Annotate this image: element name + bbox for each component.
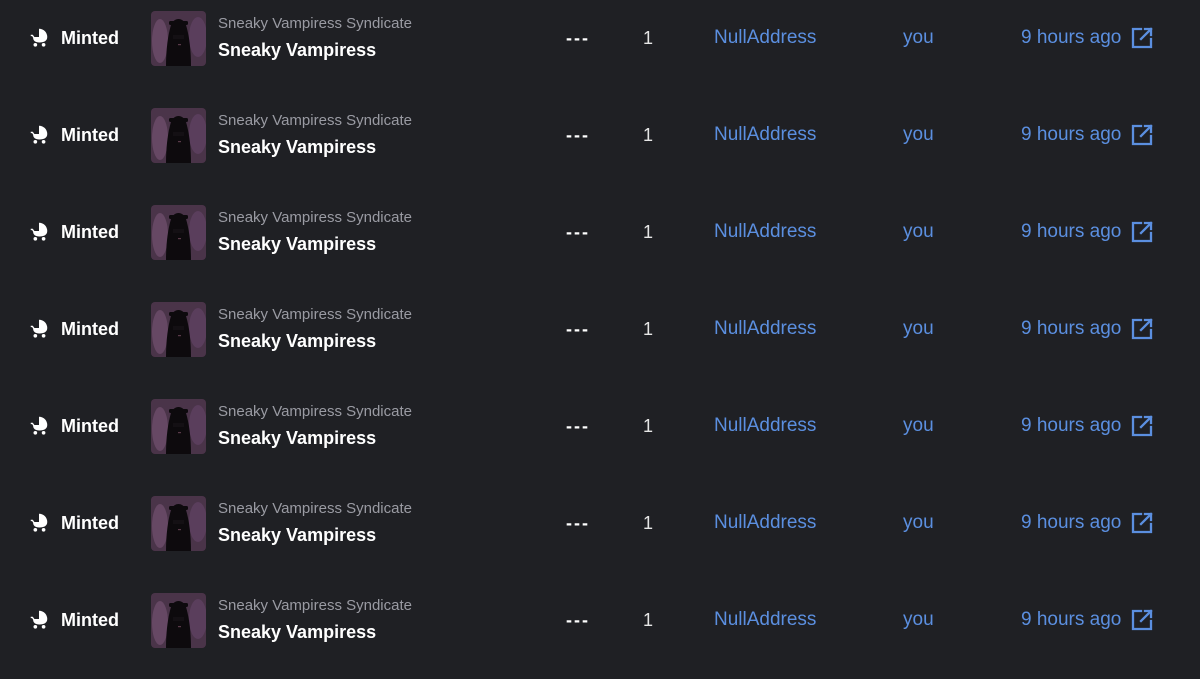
event-type-label: Minted — [61, 28, 119, 48]
time-text: 9 hours ago — [1021, 221, 1122, 242]
price-value: --- — [566, 319, 590, 339]
time-text: 9 hours ago — [1021, 318, 1122, 339]
item-name[interactable]: Sneaky Vampiress — [218, 427, 376, 449]
activity-row: Minted Sneaky Vampiress Syndicate Sneaky… — [0, 194, 1200, 291]
to-address-link[interactable]: you — [903, 609, 934, 631]
baby-carriage-icon — [28, 123, 50, 145]
activity-row: Minted Sneaky Vampiress Syndicate Sneaky… — [0, 582, 1200, 679]
collection-name[interactable]: Sneaky Vampiress Syndicate — [218, 597, 412, 615]
item-name[interactable]: Sneaky Vampiress — [218, 136, 376, 158]
external-link-icon[interactable] — [1130, 608, 1154, 632]
from-address-link[interactable]: NullAddress — [714, 415, 816, 437]
quantity-value: 1 — [643, 125, 654, 145]
to-address-link[interactable]: you — [903, 124, 934, 146]
to-address-link[interactable]: you — [903, 318, 934, 340]
baby-carriage-icon — [28, 608, 50, 630]
event-type-label: Minted — [61, 319, 119, 339]
quantity-value: 1 — [643, 28, 654, 48]
external-link-icon[interactable] — [1130, 317, 1154, 341]
nft-thumbnail[interactable] — [151, 593, 206, 648]
nft-thumbnail[interactable] — [151, 11, 206, 66]
item-name[interactable]: Sneaky Vampiress — [218, 524, 376, 546]
from-address-link[interactable]: NullAddress — [714, 27, 816, 49]
quantity-value: 1 — [643, 610, 654, 630]
from-address-link[interactable]: NullAddress — [714, 124, 816, 146]
nft-thumbnail[interactable] — [151, 399, 206, 454]
collection-name[interactable]: Sneaky Vampiress Syndicate — [218, 403, 412, 421]
activity-row: Minted Sneaky Vampiress Syndicate Sneaky… — [0, 97, 1200, 194]
activity-list: Minted Sneaky Vampiress Syndicate Sneaky… — [0, 0, 1200, 667]
event-type-label: Minted — [61, 416, 119, 436]
quantity-value: 1 — [643, 222, 654, 242]
from-address-link[interactable]: NullAddress — [714, 609, 816, 631]
to-address-link[interactable]: you — [903, 512, 934, 534]
price-value: --- — [566, 610, 590, 630]
external-link-icon[interactable] — [1130, 123, 1154, 147]
collection-name[interactable]: Sneaky Vampiress Syndicate — [218, 209, 412, 227]
quantity-value: 1 — [643, 416, 654, 436]
from-address-link[interactable]: NullAddress — [714, 512, 816, 534]
transaction-time-link[interactable]: 9 hours ago — [1021, 315, 1154, 343]
quantity-value: 1 — [643, 319, 654, 339]
nft-thumbnail[interactable] — [151, 496, 206, 551]
baby-carriage-icon — [28, 511, 50, 533]
price-value: --- — [566, 416, 590, 436]
to-address-link[interactable]: you — [903, 27, 934, 49]
external-link-icon[interactable] — [1130, 220, 1154, 244]
collection-name[interactable]: Sneaky Vampiress Syndicate — [218, 112, 412, 130]
to-address-link[interactable]: you — [903, 221, 934, 243]
nft-thumbnail[interactable] — [151, 108, 206, 163]
item-name[interactable]: Sneaky Vampiress — [218, 330, 376, 352]
price-value: --- — [566, 28, 590, 48]
transaction-time-link[interactable]: 9 hours ago — [1021, 509, 1154, 537]
external-link-icon[interactable] — [1130, 511, 1154, 535]
external-link-icon[interactable] — [1130, 414, 1154, 438]
to-address-link[interactable]: you — [903, 415, 934, 437]
transaction-time-link[interactable]: 9 hours ago — [1021, 606, 1154, 634]
from-address-link[interactable]: NullAddress — [714, 318, 816, 340]
baby-carriage-icon — [28, 317, 50, 339]
event-type-label: Minted — [61, 125, 119, 145]
nft-thumbnail[interactable] — [151, 205, 206, 260]
nft-thumbnail[interactable] — [151, 302, 206, 357]
baby-carriage-icon — [28, 414, 50, 436]
item-name[interactable]: Sneaky Vampiress — [218, 621, 376, 643]
price-value: --- — [566, 222, 590, 242]
transaction-time-link[interactable]: 9 hours ago — [1021, 121, 1154, 149]
time-text: 9 hours ago — [1021, 512, 1122, 533]
collection-name[interactable]: Sneaky Vampiress Syndicate — [218, 306, 412, 324]
activity-row: Minted Sneaky Vampiress Syndicate Sneaky… — [0, 291, 1200, 388]
item-name[interactable]: Sneaky Vampiress — [218, 233, 376, 255]
price-value: --- — [566, 125, 590, 145]
external-link-icon[interactable] — [1130, 26, 1154, 50]
quantity-value: 1 — [643, 513, 654, 533]
event-type-label: Minted — [61, 222, 119, 242]
baby-carriage-icon — [28, 26, 50, 48]
event-type-label: Minted — [61, 513, 119, 533]
collection-name[interactable]: Sneaky Vampiress Syndicate — [218, 500, 412, 518]
transaction-time-link[interactable]: 9 hours ago — [1021, 412, 1154, 440]
transaction-time-link[interactable]: 9 hours ago — [1021, 218, 1154, 246]
item-name[interactable]: Sneaky Vampiress — [218, 39, 376, 61]
transaction-time-link[interactable]: 9 hours ago — [1021, 24, 1154, 52]
time-text: 9 hours ago — [1021, 124, 1122, 145]
activity-row: Minted Sneaky Vampiress Syndicate Sneaky… — [0, 388, 1200, 485]
activity-row: Minted Sneaky Vampiress Syndicate Sneaky… — [0, 0, 1200, 97]
collection-name[interactable]: Sneaky Vampiress Syndicate — [218, 15, 412, 33]
time-text: 9 hours ago — [1021, 27, 1122, 48]
price-value: --- — [566, 513, 590, 533]
time-text: 9 hours ago — [1021, 415, 1122, 436]
from-address-link[interactable]: NullAddress — [714, 221, 816, 243]
baby-carriage-icon — [28, 220, 50, 242]
activity-row: Minted Sneaky Vampiress Syndicate Sneaky… — [0, 485, 1200, 582]
event-type-label: Minted — [61, 610, 119, 630]
time-text: 9 hours ago — [1021, 609, 1122, 630]
